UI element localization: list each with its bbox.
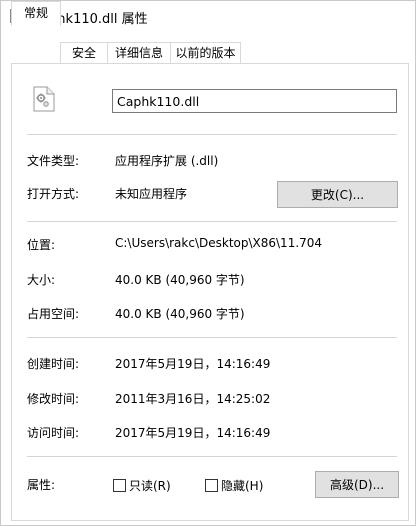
opens-with-value: 未知应用程序 (115, 187, 188, 201)
file-type-value: 应用程序扩展 (.dll) (115, 154, 219, 168)
divider (27, 456, 397, 457)
created-value: 2017年5月19日，14:16:49 (115, 357, 271, 371)
location-value: C:\Users\rakc\Desktop\X86\11.704 (115, 236, 323, 250)
readonly-checkbox-label: 只读(R) (129, 479, 171, 493)
attributes-label: 属性: (27, 478, 56, 492)
readonly-checkbox[interactable]: 只读(R) (113, 477, 171, 493)
readonly-checkbox-box[interactable] (113, 479, 126, 492)
hidden-checkbox-label: 隐藏(H) (221, 479, 264, 493)
hidden-checkbox-box[interactable] (205, 479, 218, 492)
opens-with-label: 打开方式: (27, 187, 80, 201)
filename-input[interactable] (112, 89, 397, 113)
modified-value: 2011年3月16日，14:25:02 (115, 392, 271, 406)
size-on-disk-value: 40.0 KB (40,960 字节) (115, 307, 245, 321)
size-label: 大小: (27, 273, 56, 287)
change-button[interactable]: 更改(C)... (277, 181, 398, 208)
properties-window: Caphk110.dll 属性 常规 安全 详细信息 以前的版本 文件类型: 应… (0, 0, 416, 526)
tab-details[interactable]: 详细信息 (107, 42, 171, 63)
modified-label: 修改时间: (27, 392, 80, 406)
divider (27, 221, 397, 222)
hidden-checkbox[interactable]: 隐藏(H) (205, 477, 264, 493)
advanced-button[interactable]: 高级(D)... (315, 471, 399, 498)
dll-gear-file-icon (33, 86, 55, 112)
created-label: 创建时间: (27, 357, 80, 371)
tab-previous-versions[interactable]: 以前的版本 (170, 42, 241, 63)
size-value: 40.0 KB (40,960 字节) (115, 273, 245, 287)
divider (27, 337, 397, 338)
title-bar[interactable]: Caphk110.dll 属性 (1, 1, 415, 31)
accessed-label: 访问时间: (27, 426, 80, 440)
location-label: 位置: (27, 238, 56, 252)
general-tab-panel (11, 63, 409, 521)
size-on-disk-label: 占用空间: (27, 307, 80, 321)
accessed-value: 2017年5月19日，14:16:49 (115, 426, 271, 440)
tab-general[interactable]: 常规 (11, 1, 61, 26)
divider (27, 134, 397, 135)
tab-security[interactable]: 安全 (60, 42, 108, 63)
file-type-label: 文件类型: (27, 154, 80, 168)
